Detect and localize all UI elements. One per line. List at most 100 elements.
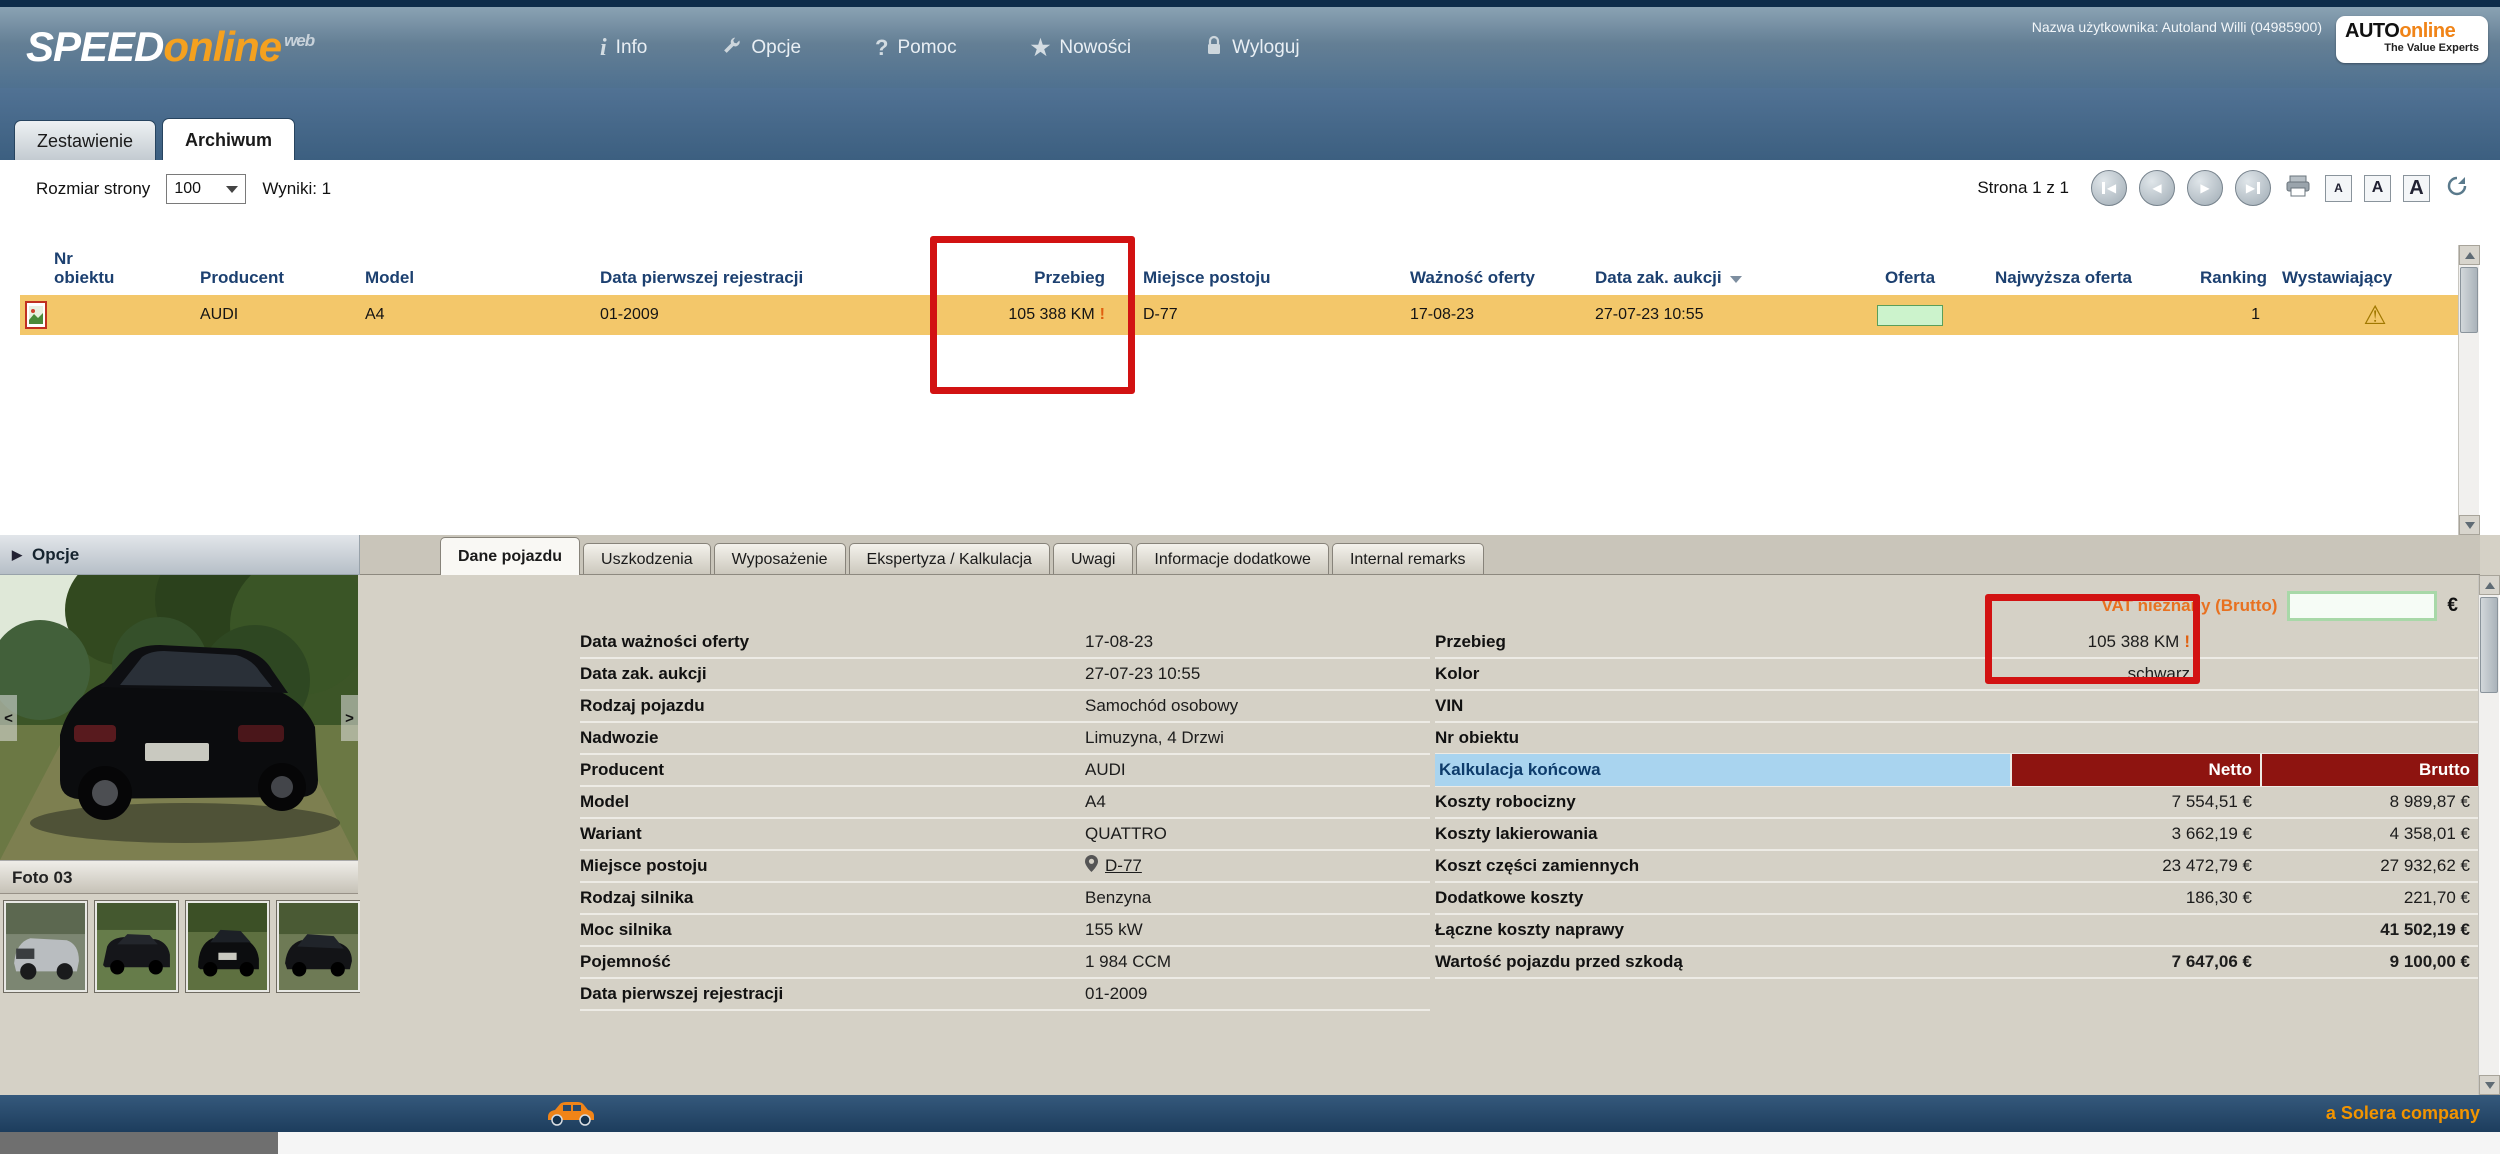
print-button[interactable] [2283, 174, 2313, 202]
last-page-button[interactable]: ▶ [2235, 170, 2271, 206]
tab-ekspertyza-kalkulacja[interactable]: Ekspertyza / Kalkulacja [849, 543, 1050, 574]
nav-nowosci[interactable]: ★ Nowości [1031, 37, 1132, 59]
location-link[interactable]: D-77 [1105, 856, 1142, 876]
scroll-down-button[interactable] [2479, 1075, 2500, 1095]
photo-panel: < > Foto 03 [0, 575, 360, 1095]
user-info: Nazwa użytkownika: Autoland Willi (04985… [2032, 19, 2322, 35]
column-data-rejestracji[interactable]: Data pierwszej rejestracji [600, 245, 905, 295]
page-size-value: 100 [174, 180, 201, 198]
tab-wyposazenie[interactable]: Wyposażenie [714, 543, 846, 574]
arrow-up-icon [2485, 582, 2495, 589]
results-table: Nr obiektu Producent Model Data pierwsze… [20, 245, 2476, 335]
results-count-label: Wyniki: 1 [262, 179, 331, 199]
tab-informacje-dodatkowe[interactable]: Informacje dodatkowe [1136, 543, 1329, 574]
calc-row-value-before-damage: Wartość pojazdu przed szkodą7 647,06 €9 … [1435, 947, 2478, 979]
solera-company-label: a Solera company [2326, 1095, 2480, 1132]
info-icon: i [600, 36, 607, 60]
column-wystawiajacy[interactable]: Wystawiający [2274, 245, 2476, 295]
first-page-button[interactable]: ◀ [2091, 170, 2127, 206]
tab-uwagi[interactable]: Uwagi [1053, 543, 1133, 574]
scroll-up-button[interactable] [2479, 575, 2500, 595]
detail-row-vin: VIN [1435, 691, 2478, 723]
nav-opcje[interactable]: Opcje [721, 35, 801, 60]
footer-bar: a Solera company [0, 1095, 2500, 1132]
photo-caption: Foto 03 [0, 860, 358, 894]
tab-zestawienie[interactable]: Zestawienie [14, 120, 156, 160]
detail-row-nr-obiektu: Nr obiektu [1435, 723, 2478, 755]
detail-scrollbar[interactable] [2478, 575, 2499, 1095]
refresh-button[interactable] [2442, 174, 2472, 202]
cell-waznosc-oferty: 17-08-23 [1395, 295, 1580, 335]
table-row[interactable]: AUDI A4 01-2009 105 388 KM! D-77 17-08-2… [20, 295, 2476, 335]
oferta-status-box[interactable] [1877, 305, 1943, 326]
prev-page-button[interactable]: ◀ [2139, 170, 2175, 206]
nav-info[interactable]: i Info [600, 36, 647, 60]
cell-data-rejestracji: 01-2009 [600, 295, 905, 335]
font-size-small-button[interactable]: A [2325, 175, 2352, 202]
page-size-select[interactable]: 100 [166, 174, 246, 204]
detail-row: WariantQUATTRO [580, 819, 1430, 851]
bottom-strip [0, 1132, 2500, 1154]
cell-miejsce-postoju: D-77 [1105, 295, 1395, 335]
nav-wyloguj[interactable]: Wyloguj [1205, 35, 1299, 60]
page-indicator: Strona 1 z 1 [1977, 178, 2069, 198]
font-size-large-button[interactable]: A [2403, 175, 2430, 202]
scrollbar-thumb[interactable] [2460, 267, 2478, 333]
offer-amount-input[interactable] [2287, 591, 2437, 621]
detail-row: Moc silnika155 kW [580, 915, 1430, 947]
next-page-button[interactable]: ▶ [2187, 170, 2223, 206]
column-waznosc-oferty[interactable]: Ważność oferty [1395, 245, 1580, 295]
column-ranking[interactable]: Ranking [2192, 245, 2274, 295]
photo-prev-button[interactable]: < [0, 695, 17, 741]
cell-producent: AUDI [200, 295, 365, 335]
thumbnail-2[interactable] [94, 900, 179, 993]
column-przebieg[interactable]: Przebieg [905, 245, 1105, 295]
detail-row-miejsce-postoju: Miejsce postoju D-77 [580, 851, 1430, 883]
thumbnail-4[interactable] [276, 900, 361, 993]
font-size-medium-button[interactable]: A [2364, 175, 2391, 202]
column-najwyzsza-oferta[interactable]: Najwyższa oferta [1980, 245, 2192, 295]
cell-najwyzsza-oferta [1980, 295, 2192, 335]
photo-next-button[interactable]: > [341, 695, 358, 741]
vehicle-data-right: Przebieg 105 388 KM! Kolor schwarz VIN N… [1435, 627, 2478, 979]
column-miejsce-postoju[interactable]: Miejsce postoju [1105, 245, 1395, 295]
thumbnail-1[interactable] [3, 900, 88, 993]
nav-wyloguj-label: Wyloguj [1232, 37, 1299, 59]
printer-icon [2285, 174, 2311, 203]
detail-row: Rodzaj silnikaBenzyna [580, 883, 1430, 915]
photo-thumbnails [3, 900, 361, 993]
tab-uszkodzenia[interactable]: Uszkodzenia [583, 543, 711, 574]
options-panel-header[interactable]: ▶ Opcje [0, 535, 360, 575]
top-header: SPEEDonlineweb i Info Opcje ? Pomoc ★ No… [0, 7, 2500, 88]
refresh-icon [2445, 174, 2469, 203]
tab-archiwum[interactable]: Archiwum [162, 118, 295, 160]
nav-pomoc-label: Pomoc [897, 37, 956, 59]
results-scrollbar[interactable] [2458, 245, 2479, 535]
nav-pomoc[interactable]: ? Pomoc [875, 37, 957, 59]
scroll-down-button[interactable] [2459, 515, 2480, 535]
scroll-up-button[interactable] [2459, 245, 2480, 265]
main-tabs: Zestawienie Archiwum [14, 118, 295, 160]
thumbnail-3[interactable] [185, 900, 270, 993]
tab-internal-remarks[interactable]: Internal remarks [1332, 543, 1484, 574]
nav-info-label: Info [616, 37, 648, 59]
brand-tagline: The Value Experts [2345, 42, 2479, 55]
tab-dane-pojazdu[interactable]: Dane pojazdu [440, 537, 580, 575]
calc-brutto-header: Brutto [2260, 754, 2478, 786]
vehicle-photo-icon[interactable] [25, 301, 47, 329]
column-model[interactable]: Model [365, 245, 600, 295]
cell-przebieg: 105 388 KM! [905, 295, 1105, 335]
cell-wystawiajacy: ⚠ [2274, 295, 2476, 335]
scrollbar-thumb[interactable] [2480, 597, 2498, 693]
column-nr-obiektu[interactable]: Nr obiektu [54, 245, 200, 295]
cell-ranking: 1 [2192, 295, 2274, 335]
column-producent[interactable]: Producent [200, 245, 365, 295]
toolbar-left: Rozmiar strony 100 Wyniki: 1 [36, 174, 331, 204]
autoonline-logo: AUTOonline The Value Experts [2336, 16, 2488, 63]
column-data-zak-aukcji[interactable]: Data zak. aukcji [1580, 245, 1840, 295]
lock-icon [1205, 35, 1223, 60]
main-nav: i Info Opcje ? Pomoc ★ Nowości Wyloguj [600, 7, 1300, 88]
currency-symbol: € [2447, 595, 2458, 617]
detail-row: Rodzaj pojazduSamochód osobowy [580, 691, 1430, 723]
column-oferta[interactable]: Oferta [1840, 245, 1980, 295]
